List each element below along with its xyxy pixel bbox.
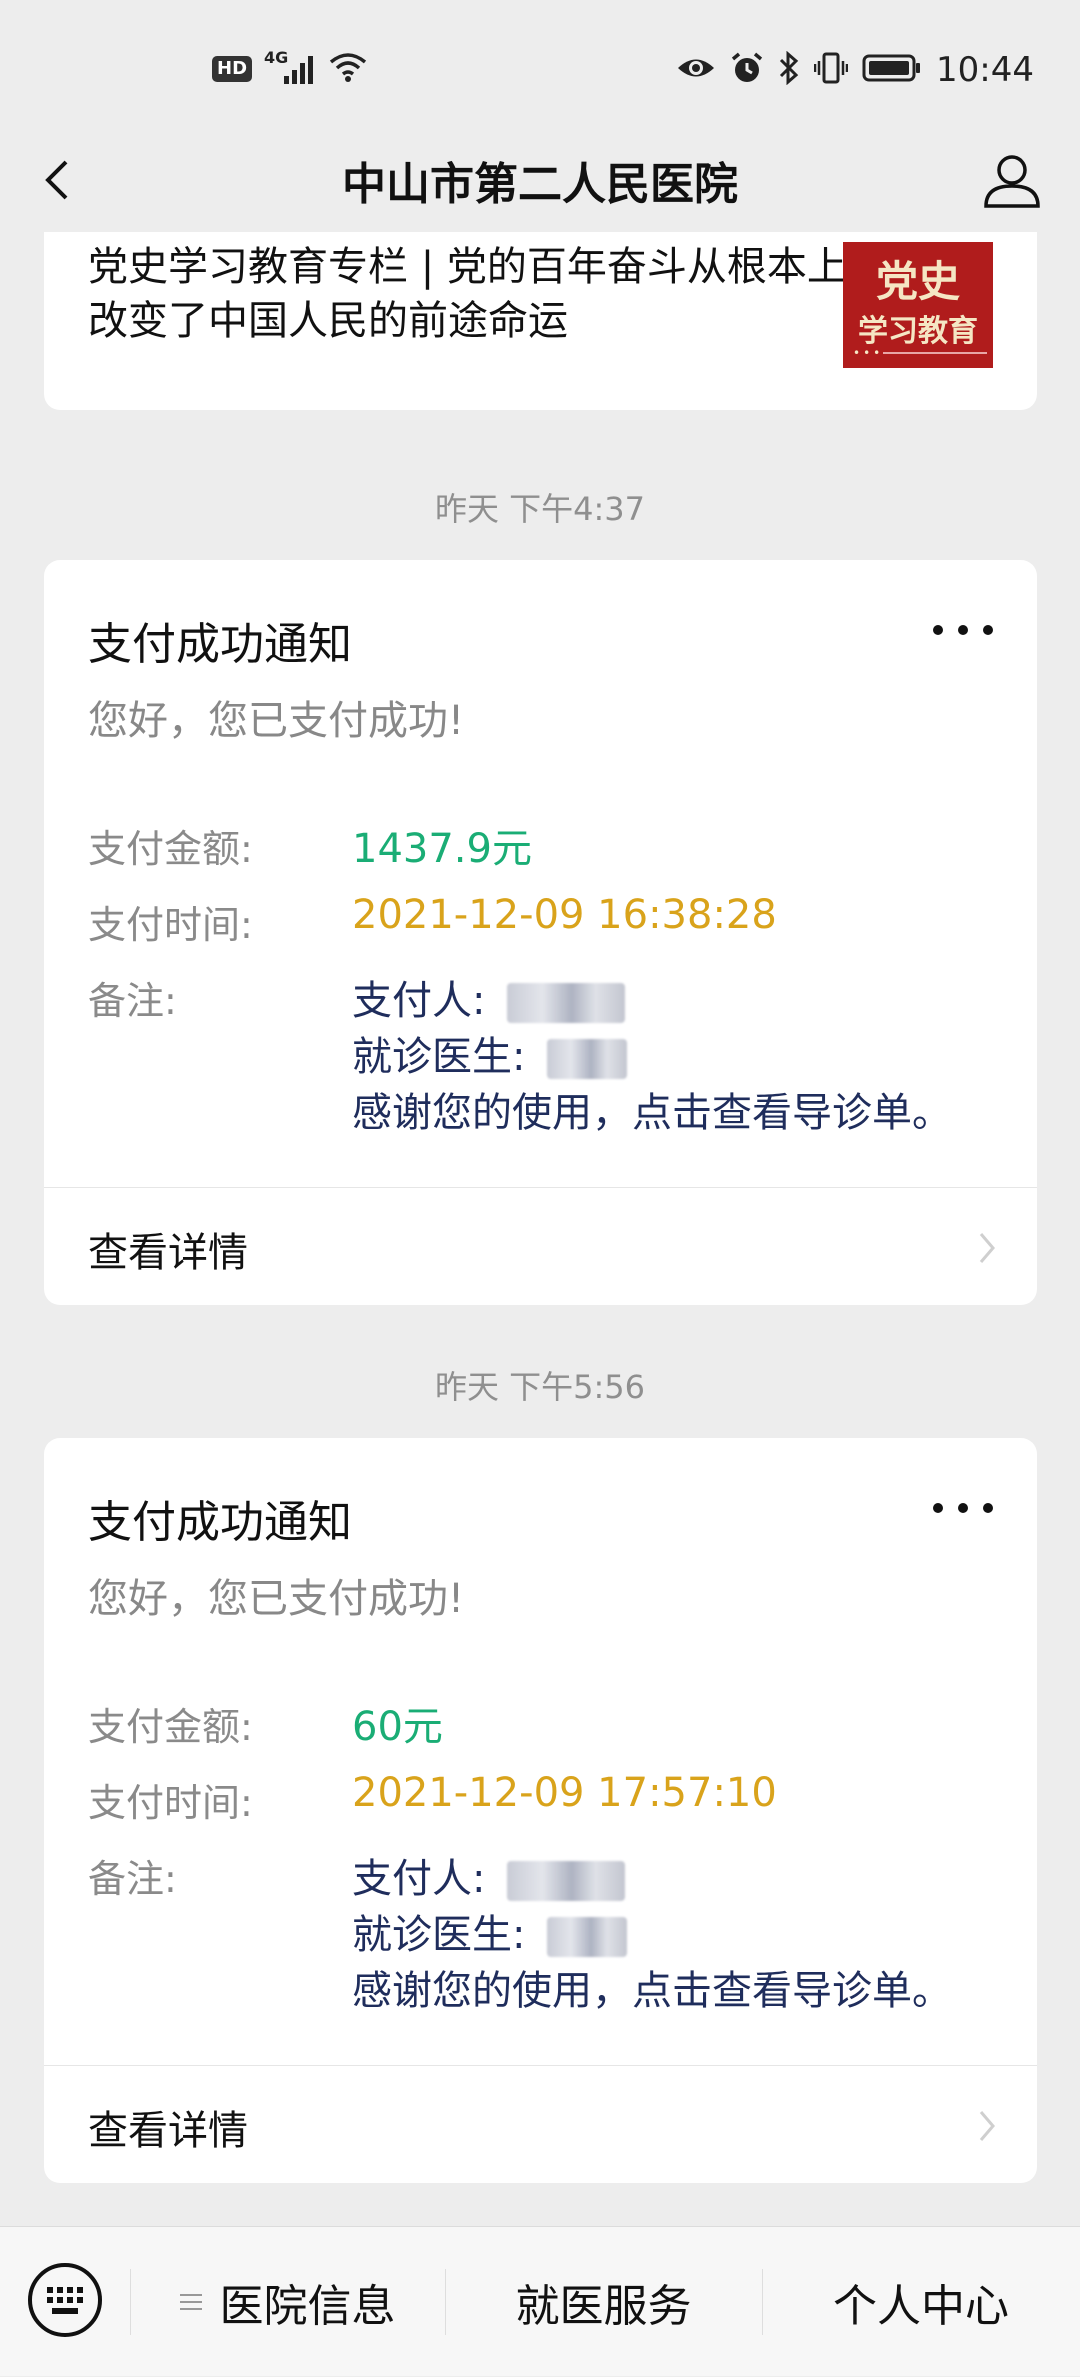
page-title: 中山市第二人民医院 xyxy=(342,159,738,210)
menu-item-label: 医院信息 xyxy=(219,2281,396,2332)
status-right: 10:44 xyxy=(676,50,1034,90)
payer-name-redacted xyxy=(507,983,626,1023)
note-label: 备注: xyxy=(88,1857,177,1901)
view-details-label: 查看详情 xyxy=(88,2108,248,2154)
more-dots-icon[interactable] xyxy=(933,1496,993,1520)
view-details-link[interactable]: 查看详情 xyxy=(44,1188,1037,1305)
status-time: 10:44 xyxy=(936,50,1034,90)
payer-name-redacted xyxy=(507,1861,626,1901)
doctor-label: 就诊医生: xyxy=(352,1034,526,1080)
time-value: 2021-12-09 17:57:10 xyxy=(352,1770,777,1816)
view-details-label: 查看详情 xyxy=(88,1230,248,1276)
status-left: HD 4G xyxy=(212,48,368,88)
menu-item-medical-service[interactable]: 就医服务 xyxy=(445,2227,762,2377)
payer-row: 支付人: xyxy=(352,968,626,1026)
view-details-link[interactable]: 查看详情 xyxy=(44,2066,1037,2183)
nav-bar: 中山市第二人民医院 xyxy=(0,130,1080,230)
notice-greeting: 您好，您已支付成功! xyxy=(88,698,465,744)
chevron-right-icon xyxy=(975,1228,999,1268)
thumb-title: 党史 xyxy=(875,257,960,306)
payment-notice-card[interactable]: 支付成功通知 您好，您已支付成功! 支付金额: 1437.9元 支付时间: 20… xyxy=(44,560,1037,1305)
doctor-label: 就诊医生: xyxy=(352,1912,526,1958)
message-timestamp: 昨天 下午5:56 xyxy=(434,1368,646,1406)
doctor-name-redacted xyxy=(547,1039,628,1079)
doctor-name-redacted xyxy=(547,1917,628,1957)
user-icon[interactable] xyxy=(980,148,1044,212)
doctor-row: 就诊医生: xyxy=(352,1902,628,1960)
payer-row: 支付人: xyxy=(352,1846,626,1904)
status-bar: HD 4G 10:44 xyxy=(0,0,1080,130)
menu-item-personal-center[interactable]: 个人中心 xyxy=(762,2227,1080,2377)
amount-value: 60元 xyxy=(352,1704,443,1750)
hd-badge: HD xyxy=(212,56,253,82)
time-label: 支付时间: xyxy=(88,1781,253,1825)
menu-lines-icon xyxy=(179,2291,202,2313)
thanks-text: 感谢您的使用，点击查看导诊单。 xyxy=(352,1968,952,2014)
message-timestamp: 昨天 下午4:37 xyxy=(434,490,646,528)
alarm-icon xyxy=(730,51,764,89)
time-label: 支付时间: xyxy=(88,903,253,947)
article-card[interactable]: 党史学习教育专栏 | 党的百年奋斗从根本上改变了中国人民的前途命运 党史 学习教… xyxy=(44,232,1037,410)
payment-notice-card[interactable]: 支付成功通知 您好，您已支付成功! 支付金额: 60元 支付时间: 2021-1… xyxy=(44,1438,1037,2183)
signal-icon: 4G xyxy=(264,48,316,86)
menu-item-hospital-info[interactable]: 医院信息 xyxy=(130,2227,445,2377)
more-dots-icon[interactable] xyxy=(933,618,993,642)
vibrate-icon xyxy=(813,51,849,89)
thumb-dots: ••• xyxy=(853,346,884,360)
article-thumbnail: 党史 学习教育 ••• xyxy=(843,242,993,368)
keyboard-icon[interactable] xyxy=(28,2263,102,2337)
chevron-right-icon xyxy=(975,2106,999,2146)
amount-value: 1437.9元 xyxy=(352,826,532,872)
time-value: 2021-12-09 16:38:28 xyxy=(352,892,777,938)
thumb-rule xyxy=(883,352,987,354)
menu-item-label: 就医服务 xyxy=(515,2281,692,2332)
amount-label: 支付金额: xyxy=(88,827,253,871)
note-label: 备注: xyxy=(88,979,177,1023)
payer-label: 支付人: xyxy=(352,978,486,1024)
notice-title: 支付成功通知 xyxy=(88,1497,352,1548)
battery-icon xyxy=(862,53,922,87)
wifi-icon xyxy=(328,50,368,88)
doctor-row: 就诊医生: xyxy=(352,1024,628,1082)
thumb-subtitle: 学习教育 xyxy=(858,314,978,349)
thanks-text: 感谢您的使用，点击查看导诊单。 xyxy=(352,1090,952,1136)
menu-item-label: 个人中心 xyxy=(833,2281,1009,2332)
amount-label: 支付金额: xyxy=(88,1705,253,1749)
notice-greeting: 您好，您已支付成功! xyxy=(88,1576,465,1622)
payer-label: 支付人: xyxy=(352,1856,486,1902)
article-title: 党史学习教育专栏 | 党的百年奋斗从根本上改变了中国人民的前途命运 xyxy=(88,244,847,344)
bottom-menu-bar: 医院信息 就医服务 个人中心 xyxy=(0,2226,1080,2376)
notice-title: 支付成功通知 xyxy=(88,619,352,670)
bluetooth-icon xyxy=(778,50,800,89)
eye-icon xyxy=(676,53,716,87)
